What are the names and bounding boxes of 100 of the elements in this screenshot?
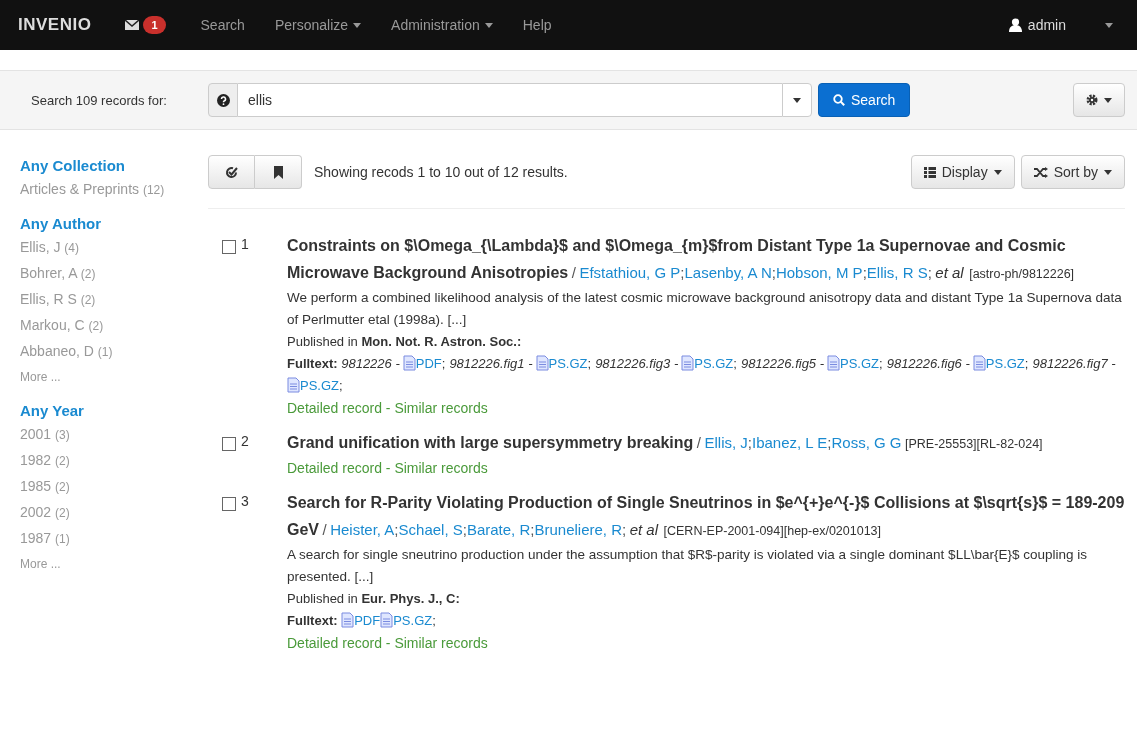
- record-checkbox[interactable]: [222, 497, 236, 511]
- search-label: Search 109 records for:: [31, 92, 168, 108]
- record-checkbox[interactable]: [222, 437, 236, 451]
- file-name: 9812226.fig3 -: [595, 356, 679, 371]
- author-link[interactable]: Hobson, M P: [775, 264, 863, 281]
- check-icon: [225, 165, 238, 179]
- journal-name: Eur. Phys. J., C:: [361, 591, 460, 606]
- caret-icon: [1104, 169, 1112, 175]
- detailed-record-link[interactable]: Detailed record: [287, 400, 382, 416]
- nav-link[interactable]: Search: [185, 17, 260, 33]
- sort-button[interactable]: Sort by: [1020, 155, 1125, 189]
- facet-item[interactable]: 1982 (2): [20, 448, 70, 474]
- separator: -: [385, 460, 391, 476]
- separator: ;: [587, 356, 592, 371]
- separator: ;: [733, 356, 737, 371]
- record-heading: Search for R-Parity Violating Production of Single Sneutrinos in $e^{+}e^{-}$ Collisions at $\sqrt{s}$ = 189-209 GeV / Heister, A;Schael, S;Barate, R;Bruneliere, R; et al [CERN-EP-2001-094][hep-ex/0201013]: [287, 493, 1125, 540]
- messages-button[interactable]: 1: [125, 16, 166, 34]
- caret-icon: [484, 22, 493, 28]
- facet-item[interactable]: Ellis, R S (2): [20, 287, 96, 313]
- detailed-record-link[interactable]: Detailed record: [287, 460, 382, 476]
- facet-item[interactable]: Bohrer, A (2): [20, 261, 96, 287]
- results-summary: Showing recods 1 to 10 out of 12 results.: [314, 164, 568, 180]
- logo[interactable]: INVENIO: [18, 15, 92, 35]
- caret-icon: [793, 98, 801, 104]
- user-icon: [1008, 18, 1022, 32]
- document-icon: [535, 355, 549, 371]
- facet-item[interactable]: Ellis, J (4): [20, 235, 79, 261]
- facet-item[interactable]: Articles & Preprints (12): [20, 177, 165, 203]
- separator: -: [385, 635, 391, 651]
- grid-icon: [923, 166, 936, 178]
- bookmark-button[interactable]: [255, 155, 302, 189]
- more-link[interactable]: More ...: [20, 365, 61, 390]
- fulltext-label: Fulltext:: [287, 613, 338, 628]
- file-name: 9812226.fig5 -: [740, 356, 825, 371]
- caret-icon: [1105, 23, 1113, 29]
- shuffle-icon: [1033, 166, 1048, 178]
- nav-link[interactable]: Administration: [376, 17, 508, 33]
- author-link[interactable]: Ellis, R S: [866, 264, 928, 281]
- journal-name: Mon. Not. R. Astron. Soc.:: [361, 334, 522, 349]
- separator: ;: [339, 378, 343, 393]
- document-icon: [972, 355, 986, 371]
- separator: -: [385, 400, 391, 416]
- record-heading: Constraints on $\Omega_{\Lambda}$ and $\Omega_{m}$from Distant Type 1a Supernovae and Cosmic Microwave Background Anisotropies / Efstathiou, G P;Lasenby, A N;Hobson, M P;Ellis, R S; et al [astro-ph/9812226]: [287, 236, 1076, 283]
- more-link[interactable]: More ...: [20, 552, 61, 577]
- record-number: 2: [241, 433, 249, 449]
- similar-records-link[interactable]: Similar records: [394, 460, 488, 476]
- detailed-record-link[interactable]: Detailed record: [287, 635, 382, 651]
- search-button[interactable]: Search: [818, 83, 911, 117]
- user-menu[interactable]: admin: [993, 17, 1081, 33]
- caret-icon: [353, 22, 362, 28]
- document-icon: [380, 612, 394, 628]
- facet-item[interactable]: 1987 (1): [20, 526, 70, 552]
- bookmark-icon: [273, 165, 283, 179]
- author-link[interactable]: Heister, A: [330, 521, 395, 538]
- caret-icon: [1104, 97, 1112, 103]
- facet-title[interactable]: Any Year: [20, 400, 84, 422]
- display-button[interactable]: Display: [910, 155, 1015, 189]
- author-link[interactable]: Schael, S: [398, 521, 463, 538]
- facet-item[interactable]: Markou, C (2): [20, 313, 104, 339]
- settings-icon: [1086, 94, 1098, 106]
- file-name: 9812226 -: [341, 356, 400, 371]
- help-button[interactable]: [208, 83, 238, 117]
- similar-records-link[interactable]: Similar records: [394, 400, 488, 416]
- author-link[interactable]: Ross, G G: [831, 434, 902, 451]
- separator: ;: [441, 356, 446, 371]
- nav-link[interactable]: Help: [507, 17, 567, 33]
- abstract-text: We perform a combined likelihood analysis of the latest cosmic microwave background anisotropy data and distant Type 1a Supernova data of Perlmutter etal (1998a). [...]: [287, 289, 1123, 329]
- author-link[interactable]: Bruneliere, R: [534, 521, 622, 538]
- file-name: 9812226.fig7 -: [1032, 356, 1116, 371]
- select-all-button[interactable]: [208, 155, 255, 189]
- document-icon: [827, 355, 841, 371]
- search-icon: [833, 94, 845, 106]
- record-checkbox[interactable]: [222, 240, 236, 254]
- facet-item[interactable]: 2001 (3): [20, 422, 70, 448]
- file-link[interactable]: PS.GZ: [535, 356, 588, 371]
- facet-title[interactable]: Any Collection: [20, 155, 125, 177]
- author-link[interactable]: Ellis, J: [704, 434, 748, 451]
- separator: ;: [1024, 356, 1029, 371]
- nav-link[interactable]: Personalize: [259, 17, 377, 33]
- published-label: Published in: [287, 334, 358, 349]
- published-label: Published in: [287, 591, 358, 606]
- document-icon: [287, 377, 300, 393]
- author-link[interactable]: Lasenby, A N: [684, 264, 772, 281]
- document-icon: [341, 612, 355, 628]
- facet-item[interactable]: 2002 (2): [20, 500, 70, 526]
- file-link[interactable]: PS.GZ: [287, 378, 339, 393]
- fulltext-label: Fulltext:: [287, 356, 338, 371]
- settings-button[interactable]: [1073, 83, 1125, 117]
- search-field[interactable]: ellis: [238, 83, 782, 117]
- similar-records-link[interactable]: Similar records: [394, 635, 488, 651]
- document-icon: [402, 355, 416, 371]
- file-link[interactable]: PDF: [402, 356, 442, 371]
- file-name: 9812226.fig1 -: [449, 356, 533, 371]
- record-number: 1: [241, 236, 249, 252]
- facet-title[interactable]: Any Author: [20, 213, 102, 235]
- abstract-text: A search for single sneutrino production under the assumption that $R$-parity is violated via a single dominant $LL\bar{E}$ coupling is presented. [...]: [287, 546, 1088, 586]
- file-link[interactable]: PS.GZ: [972, 356, 1025, 371]
- facet-item[interactable]: 1985 (2): [20, 474, 70, 500]
- facet-item[interactable]: Abbaneo, D (1): [20, 339, 113, 365]
- file-link[interactable]: PDF: [341, 613, 381, 628]
